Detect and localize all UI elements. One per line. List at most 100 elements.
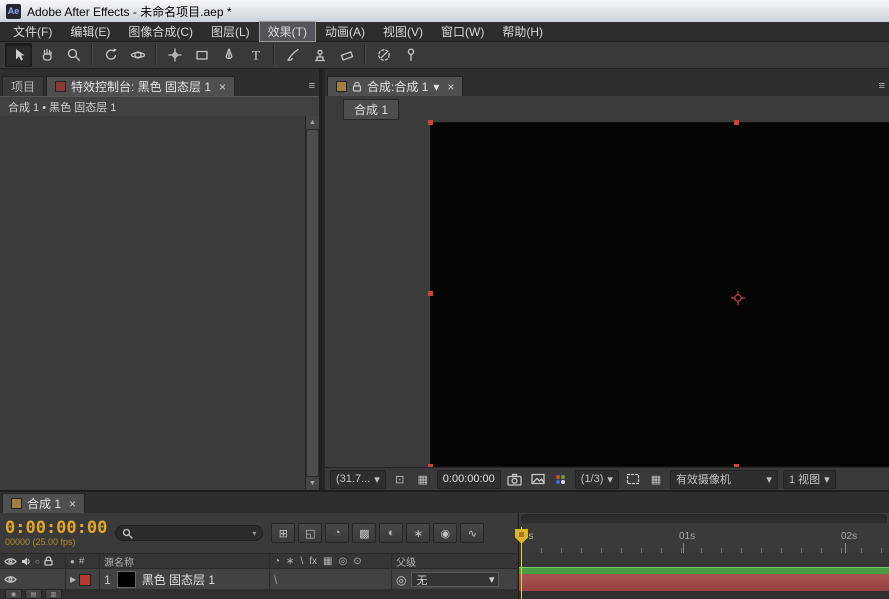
close-icon[interactable]: × bbox=[69, 497, 76, 511]
lock-icon[interactable] bbox=[352, 81, 362, 92]
layer-switches-cell[interactable]: \ bbox=[270, 569, 392, 590]
region-of-interest-icon[interactable] bbox=[624, 471, 642, 487]
magnification-dropdown[interactable]: (31.7... ▾ bbox=[330, 470, 386, 489]
scroll-down-icon[interactable]: ▼ bbox=[306, 476, 319, 490]
time-ruler[interactable]: 0s 01s 02s bbox=[519, 523, 889, 554]
scroll-up-icon[interactable]: ▲ bbox=[306, 116, 319, 130]
expand-in-out-button[interactable]: ▥ bbox=[45, 589, 62, 599]
brainstorm-icon[interactable]: ∗ bbox=[406, 523, 430, 543]
layer-duration-bar[interactable] bbox=[519, 574, 889, 592]
layer-parent-cell: ◎ 无 ▾ bbox=[392, 569, 517, 590]
menu-composition[interactable]: 图像合成(C) bbox=[119, 21, 202, 42]
current-time-display[interactable]: 0:00:00:00 00000 (25.00 fps) bbox=[5, 520, 107, 547]
tab-project[interactable]: 项目 bbox=[2, 76, 44, 96]
unified-camera-tool[interactable] bbox=[125, 44, 150, 66]
hide-shy-layers-icon[interactable]: ◔ bbox=[325, 523, 349, 543]
composition-canvas[interactable] bbox=[430, 122, 889, 467]
tab-composition[interactable]: 合成:合成 1 ▾ × bbox=[327, 76, 463, 96]
pan-behind-tool[interactable] bbox=[162, 44, 187, 66]
safe-frames-icon[interactable]: ⊡ bbox=[391, 471, 409, 487]
tab-effect-controls[interactable]: 特效控制台: 黑色 固态层 1 × bbox=[46, 76, 235, 96]
close-icon[interactable]: × bbox=[219, 80, 226, 94]
source-name-header[interactable]: 源名称 bbox=[100, 554, 270, 568]
chevron-down-icon: ▾ bbox=[489, 573, 495, 586]
selection-handle-top-center[interactable] bbox=[734, 120, 739, 125]
preview-timecode[interactable]: 0:00:00:00 bbox=[437, 470, 501, 489]
expander-icon[interactable]: ▶ bbox=[70, 575, 76, 584]
menu-window[interactable]: 窗口(W) bbox=[432, 21, 493, 42]
timeline-search-box[interactable]: ▾ bbox=[115, 525, 263, 541]
track-bottom-strip bbox=[519, 591, 889, 599]
snapshot-camera-icon[interactable] bbox=[506, 471, 524, 487]
viewer-tab-comp1[interactable]: 合成 1 bbox=[343, 99, 399, 120]
layer-name-cell[interactable]: 1 黑色 固态层 1 bbox=[100, 569, 270, 590]
grid-guides-icon[interactable]: ▦ bbox=[414, 471, 432, 487]
roto-brush-tool[interactable] bbox=[371, 44, 396, 66]
eye-icon[interactable] bbox=[4, 575, 17, 584]
chevron-down-icon: ▾ bbox=[374, 473, 380, 486]
puppet-pin-tool[interactable] bbox=[398, 44, 423, 66]
panel-menu-icon[interactable]: ≡ bbox=[309, 80, 315, 92]
search-input[interactable] bbox=[137, 526, 248, 540]
active-camera-dropdown[interactable]: 有效摄像机 ▾ bbox=[670, 470, 778, 489]
eraser-tool[interactable] bbox=[334, 44, 359, 66]
chevron-down-icon: ▾ bbox=[766, 473, 772, 486]
draft-3d-icon[interactable]: ◱ bbox=[298, 523, 322, 543]
parent-dropdown[interactable]: 无 ▾ bbox=[411, 572, 499, 587]
close-icon[interactable]: × bbox=[447, 80, 454, 94]
menu-edit[interactable]: 编辑(E) bbox=[61, 21, 119, 42]
rotation-tool[interactable] bbox=[98, 44, 123, 66]
zoom-tool[interactable] bbox=[61, 44, 86, 66]
comp-mini-flowchart-icon[interactable]: ⊞ bbox=[271, 523, 295, 543]
menu-file[interactable]: 文件(F) bbox=[4, 21, 61, 42]
expand-transfer-controls-button[interactable]: ▤ bbox=[25, 589, 42, 599]
selection-tool[interactable] bbox=[5, 43, 32, 67]
resolution-dropdown[interactable]: (1/3) ▾ bbox=[575, 470, 619, 489]
motion-blur-icon[interactable]: ◐ bbox=[379, 523, 403, 543]
title-bar[interactable]: Ae Adobe After Effects - 未命名项目.aep * bbox=[0, 0, 889, 22]
effect-controls-content[interactable]: ▲ ▼ bbox=[0, 116, 319, 490]
pickwhip-icon[interactable]: ◎ bbox=[396, 573, 406, 587]
composition-panel-icon bbox=[11, 498, 22, 509]
chevron-down-icon: ▾ bbox=[607, 473, 613, 486]
menu-animation[interactable]: 动画(A) bbox=[316, 21, 374, 42]
panel-menu-icon[interactable]: ≡ bbox=[879, 80, 885, 92]
vertical-scrollbar[interactable]: ▲ ▼ bbox=[305, 116, 319, 490]
chevron-down-icon[interactable]: ▾ bbox=[252, 529, 256, 538]
frame-blend-switch-icon: ▦ bbox=[323, 556, 332, 567]
channels-icon[interactable] bbox=[552, 471, 570, 487]
expand-layer-switches-button[interactable]: ◉ bbox=[5, 589, 22, 599]
shape-tool[interactable] bbox=[189, 44, 214, 66]
scrollbar-thumb[interactable] bbox=[307, 130, 318, 476]
selection-handle-mid-left[interactable] bbox=[428, 291, 433, 296]
menu-layer[interactable]: 图层(L) bbox=[202, 21, 259, 42]
layer-label-color[interactable] bbox=[79, 574, 91, 586]
frame-blend-icon[interactable]: ▩ bbox=[352, 523, 376, 543]
clone-stamp-tool[interactable] bbox=[307, 44, 332, 66]
menu-effect[interactable]: 效果(T) bbox=[259, 21, 316, 42]
menu-view[interactable]: 视图(V) bbox=[374, 21, 432, 42]
layer-row[interactable]: ▶ 1 黑色 固态层 1 \ ◎ 无 bbox=[0, 569, 517, 591]
selection-handle-top-left[interactable] bbox=[428, 120, 433, 125]
chevron-down-icon[interactable]: ▾ bbox=[433, 80, 439, 94]
layer-av-cell bbox=[0, 569, 66, 590]
av-features-header: ○ bbox=[0, 554, 66, 568]
menu-help[interactable]: 帮助(H) bbox=[493, 21, 552, 42]
brush-tool[interactable] bbox=[280, 44, 305, 66]
anchor-point-crosshair[interactable] bbox=[731, 291, 745, 305]
transparency-grid-icon[interactable]: ▦ bbox=[647, 471, 665, 487]
audio-icon bbox=[21, 557, 31, 566]
auto-keyframe-icon[interactable]: ◉ bbox=[433, 523, 457, 543]
show-snapshot-icon[interactable] bbox=[529, 471, 547, 487]
tab-timeline-comp1[interactable]: 合成 1 × bbox=[2, 493, 85, 513]
layer-name[interactable]: 黑色 固态层 1 bbox=[142, 571, 215, 588]
toolbar-divider bbox=[91, 45, 93, 65]
pen-tool[interactable] bbox=[216, 44, 241, 66]
type-tool[interactable]: T bbox=[243, 44, 268, 66]
timecode-value[interactable]: 0:00:00:00 bbox=[5, 520, 107, 537]
graph-editor-icon[interactable]: ∿ bbox=[460, 523, 484, 543]
hand-tool[interactable] bbox=[34, 44, 59, 66]
shy-switch-icon: ◔ bbox=[274, 556, 280, 567]
quality-switch[interactable]: \ bbox=[274, 573, 277, 587]
view-layout-dropdown[interactable]: 1 视图 ▾ bbox=[783, 470, 836, 489]
